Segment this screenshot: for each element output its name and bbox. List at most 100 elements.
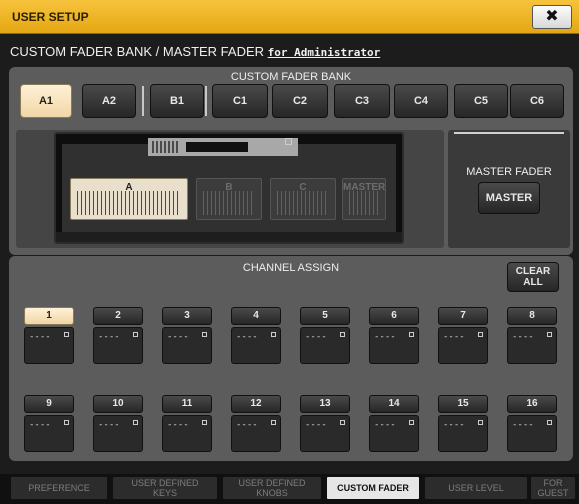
- popup-indicator-icon: [478, 420, 483, 425]
- section-b-faders: [203, 191, 255, 215]
- channel-number-button[interactable]: 10: [93, 395, 143, 413]
- section-a-faders: [77, 191, 181, 215]
- channel-assign-value: ----: [374, 420, 396, 430]
- bank-button-b1[interactable]: B1: [150, 84, 204, 118]
- bank-button-c6[interactable]: C6: [510, 84, 564, 118]
- console-section-b: B: [196, 178, 262, 220]
- channel-assign-value: ----: [305, 420, 327, 430]
- title-bar: USER SETUP ✖: [0, 0, 579, 34]
- tab-user-defined-knobs[interactable]: USER DEFINED KNOBS: [222, 476, 322, 500]
- master-button[interactable]: MASTER: [478, 182, 540, 214]
- channel-assign-slot[interactable]: ----: [438, 327, 488, 364]
- channel-assign-slot[interactable]: ----: [369, 327, 419, 364]
- tab-label-line1: USER LEVEL: [448, 483, 504, 493]
- channel-assign-slot[interactable]: ----: [24, 327, 74, 364]
- channel-15: 15 ----: [438, 395, 488, 453]
- bank-button-c4[interactable]: C4: [394, 84, 448, 118]
- console-meter-strip: [148, 138, 298, 156]
- channel-number-button[interactable]: 6: [369, 307, 419, 325]
- channel-assign-slot[interactable]: ----: [300, 415, 350, 452]
- tab-custom-fader[interactable]: CUSTOM FADER: [326, 476, 420, 500]
- tab-user-level[interactable]: USER LEVEL: [424, 476, 528, 500]
- bank-button-c1[interactable]: C1: [212, 84, 268, 118]
- console-section-c: C: [270, 178, 336, 220]
- channel-number-button[interactable]: 12: [231, 395, 281, 413]
- channel-12: 12 ----: [231, 395, 281, 453]
- channel-6: 6 ----: [369, 307, 419, 365]
- channel-assign-value: ----: [29, 420, 51, 430]
- channel-9: 9 ----: [24, 395, 74, 453]
- channel-assign-value: ----: [443, 332, 465, 342]
- channel-assign-slot[interactable]: ----: [162, 415, 212, 452]
- channel-assign-value: ----: [167, 420, 189, 430]
- channel-number-button[interactable]: 7: [438, 307, 488, 325]
- channel-assign-slot[interactable]: ----: [507, 415, 557, 452]
- master-divider: [454, 132, 564, 134]
- channel-assign-slot[interactable]: ----: [231, 327, 281, 364]
- channel-assign-slot[interactable]: ----: [300, 327, 350, 364]
- channel-8: 8 ----: [507, 307, 557, 365]
- channel-assign-value: ----: [512, 332, 534, 342]
- bank-button-c2[interactable]: C2: [272, 84, 328, 118]
- bank-separator: [205, 86, 207, 116]
- close-button[interactable]: ✖: [532, 5, 572, 29]
- tab-preference[interactable]: PREFERENCE: [10, 476, 108, 500]
- channel-number-button[interactable]: 4: [231, 307, 281, 325]
- grid-icon: [152, 141, 180, 153]
- channel-number-button[interactable]: 11: [162, 395, 212, 413]
- channel-assign-slot[interactable]: ----: [162, 327, 212, 364]
- channel-assign-slot[interactable]: ----: [369, 415, 419, 452]
- popup-indicator-icon: [340, 420, 345, 425]
- bank-button-c3[interactable]: C3: [334, 84, 390, 118]
- channel-11: 11 ----: [162, 395, 212, 453]
- channel-assign-slot[interactable]: ----: [93, 415, 143, 452]
- channel-number-button[interactable]: 8: [507, 307, 557, 325]
- bank-button-a1[interactable]: A1: [20, 84, 72, 118]
- channel-number-button[interactable]: 2: [93, 307, 143, 325]
- channel-number-button[interactable]: 13: [300, 395, 350, 413]
- channel-assign-slot[interactable]: ----: [507, 327, 557, 364]
- channel-assign-slot[interactable]: ----: [231, 415, 281, 452]
- channel-number-button[interactable]: 5: [300, 307, 350, 325]
- channel-assign-value: ----: [305, 332, 327, 342]
- channel-assign-value: ----: [98, 420, 120, 430]
- heading-text: CUSTOM FADER BANK / MASTER FADER: [10, 44, 268, 59]
- tab-label-line1: PREFERENCE: [28, 483, 90, 493]
- channel-assign-value: ----: [29, 332, 51, 342]
- console-diagram: A B C MASTER: [16, 130, 444, 248]
- master-fader-label: MASTER FADER: [466, 166, 552, 178]
- administrator-link[interactable]: for Administrator: [268, 46, 381, 59]
- clear-all-label-line1: CLEAR: [515, 266, 551, 277]
- channel-assign-value: ----: [512, 420, 534, 430]
- tab-user-defined-keys[interactable]: USER DEFINED KEYS: [112, 476, 218, 500]
- tab-for-guest[interactable]: FOR GUEST: [530, 476, 576, 500]
- console-frame: A B C MASTER: [54, 132, 404, 244]
- popup-indicator-icon: [478, 332, 483, 337]
- bank-button-c5[interactable]: C5: [454, 84, 508, 118]
- channel-assign-value: ----: [443, 420, 465, 430]
- channel-7: 7 ----: [438, 307, 488, 365]
- channel-number-button[interactable]: 14: [369, 395, 419, 413]
- channel-assign-slot[interactable]: ----: [24, 415, 74, 452]
- popup-indicator-icon: [133, 332, 138, 337]
- channel-number-button[interactable]: 15: [438, 395, 488, 413]
- console-section-a: A: [70, 178, 188, 220]
- channel-assign-value: ----: [374, 332, 396, 342]
- popup-indicator-icon: [64, 420, 69, 425]
- channel-number-button[interactable]: 16: [507, 395, 557, 413]
- channel-3: 3 ----: [162, 307, 212, 365]
- tab-label-line1: FOR: [543, 478, 563, 488]
- channel-number-button[interactable]: 1: [24, 307, 74, 325]
- popup-indicator-icon: [409, 420, 414, 425]
- channel-number-button[interactable]: 9: [24, 395, 74, 413]
- clear-all-button[interactable]: CLEAR ALL: [507, 262, 559, 292]
- tab-label-line2: GUEST: [537, 488, 569, 498]
- channel-assign-slot[interactable]: ----: [93, 327, 143, 364]
- channel-assign-value: ----: [236, 420, 258, 430]
- channel-assign-slot[interactable]: ----: [438, 415, 488, 452]
- channel-assign-value: ----: [167, 332, 189, 342]
- channel-number-button[interactable]: 3: [162, 307, 212, 325]
- bank-button-a2[interactable]: A2: [82, 84, 136, 118]
- console-screen: [186, 142, 248, 152]
- popup-indicator-icon: [547, 420, 552, 425]
